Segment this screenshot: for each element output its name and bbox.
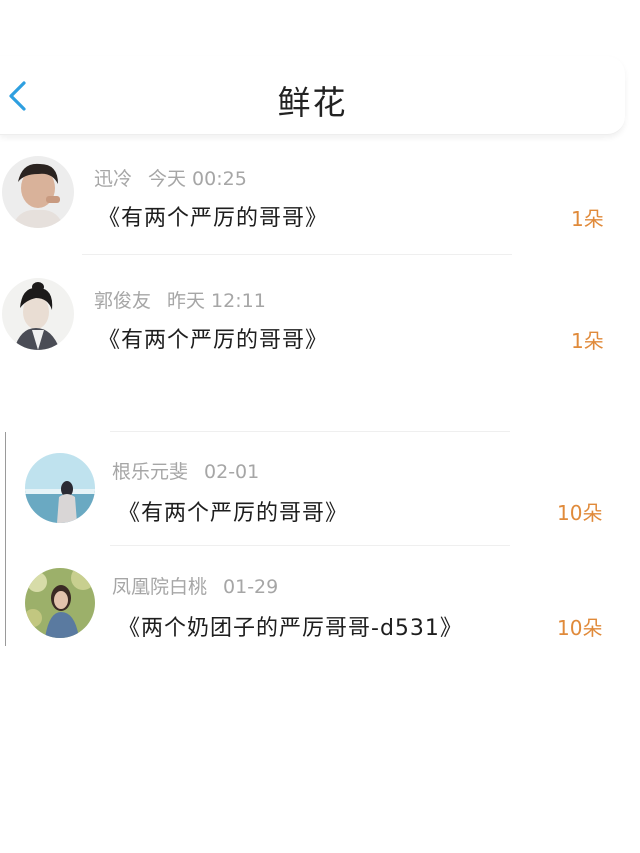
divider bbox=[110, 545, 510, 546]
avatar[interactable] bbox=[2, 278, 74, 350]
meta-line: 郭俊友 昨天 12:11 bbox=[94, 286, 266, 313]
list-item[interactable]: 迅冷 今天 00:25 《有两个严厉的哥哥》 1朵 bbox=[0, 150, 625, 255]
timestamp: 今天 00:25 bbox=[148, 168, 247, 190]
list-item[interactable]: 根乐元斐 02-01 《有两个严厉的哥哥》 10朵 bbox=[0, 445, 625, 546]
book-title[interactable]: 《两个奶团子的严厉哥哥-d531》 bbox=[118, 610, 463, 642]
meta-line: 根乐元斐 02-01 bbox=[112, 457, 259, 484]
page-title: 鲜花 bbox=[277, 83, 348, 122]
flower-count: 10朵 bbox=[557, 616, 603, 640]
username[interactable]: 凤凰院白桃 bbox=[112, 576, 207, 598]
flower-count: 10朵 bbox=[557, 501, 603, 525]
list-item[interactable]: 郭俊友 昨天 12:11 《有两个严厉的哥哥》 1朵 bbox=[0, 272, 625, 372]
flower-count: 1朵 bbox=[571, 207, 604, 231]
avatar[interactable] bbox=[25, 453, 95, 523]
timestamp: 昨天 12:11 bbox=[167, 290, 266, 312]
divider bbox=[110, 431, 510, 432]
avatar[interactable] bbox=[2, 156, 74, 228]
book-title[interactable]: 《有两个严厉的哥哥》 bbox=[118, 495, 348, 527]
divider bbox=[82, 254, 512, 255]
book-title[interactable]: 《有两个严厉的哥哥》 bbox=[98, 322, 328, 354]
username[interactable]: 迅冷 bbox=[94, 168, 132, 190]
book-title[interactable]: 《有两个严厉的哥哥》 bbox=[98, 200, 328, 232]
timestamp: 01-29 bbox=[223, 576, 279, 598]
avatar[interactable] bbox=[25, 568, 95, 638]
username[interactable]: 郭俊友 bbox=[94, 290, 151, 312]
header-bar: 鲜花 bbox=[0, 56, 625, 135]
username[interactable]: 根乐元斐 bbox=[112, 461, 188, 483]
timestamp: 02-01 bbox=[204, 461, 260, 483]
meta-line: 迅冷 今天 00:25 bbox=[94, 164, 247, 191]
meta-line: 凤凰院白桃 01-29 bbox=[112, 572, 278, 599]
flower-count: 1朵 bbox=[571, 329, 604, 353]
list-item[interactable]: 凤凰院白桃 01-29 《两个奶团子的严厉哥哥-d531》 10朵 bbox=[0, 560, 625, 660]
